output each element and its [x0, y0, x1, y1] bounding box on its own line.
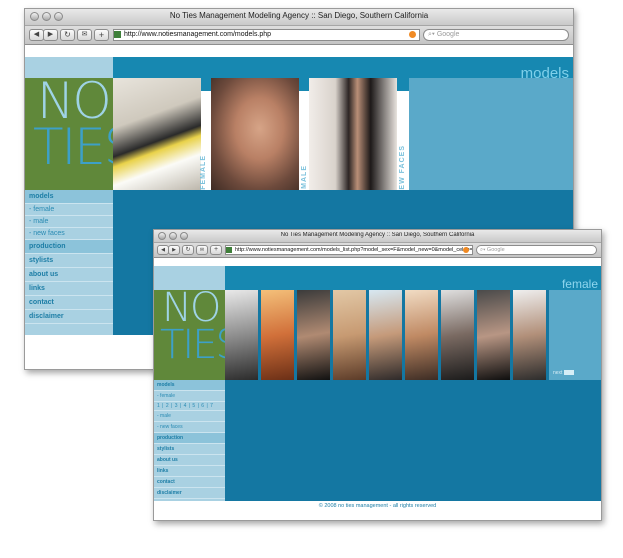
photo-female[interactable]: [113, 78, 201, 190]
nav-pager[interactable]: 1 | 2 | 3 | 4 | 5 | 6 | 7: [154, 402, 225, 411]
nav-stylists[interactable]: stylists: [25, 254, 113, 268]
nav-contact[interactable]: contact: [25, 296, 113, 310]
rss-icon[interactable]: [409, 31, 416, 38]
browser-window-female: No Ties Management Modeling Agency :: Sa…: [153, 229, 602, 521]
nav-stylists[interactable]: stylists: [154, 444, 225, 455]
page-content: female NO TIES next models - female 1 | …: [154, 258, 601, 520]
next-label: next: [553, 370, 563, 376]
sidebar-nav: models - female 1 | 2 | 3 | 4 | 5 | 6 | …: [154, 380, 225, 501]
nav-disclaimer[interactable]: disclaimer: [154, 488, 225, 499]
nav-male[interactable]: - male: [25, 216, 113, 228]
window-title: No Ties Management Modeling Agency :: Sa…: [169, 11, 429, 20]
footer-copyright: © 2008 no ties management - all rights r…: [318, 503, 437, 509]
header-left-block: [154, 266, 225, 290]
reload-button[interactable]: ↻: [182, 245, 194, 255]
model-thumbnail[interactable]: [261, 290, 294, 380]
nav-production[interactable]: production: [154, 433, 225, 444]
logo: NO TIES: [154, 290, 225, 380]
reload-button[interactable]: ↻: [60, 29, 75, 41]
rss-icon[interactable]: [463, 247, 469, 253]
address-bar[interactable]: http://www.notiesmanagement.com/models_l…: [225, 245, 473, 255]
page-heading: female: [561, 277, 598, 291]
nav-links[interactable]: links: [154, 466, 225, 477]
bookmark-icon[interactable]: ✉: [77, 29, 92, 41]
model-thumbnail[interactable]: [225, 290, 258, 380]
title-bar: No Ties Management Modeling Agency :: Sa…: [154, 230, 601, 243]
model-thumbnail[interactable]: [369, 290, 402, 380]
nav-about-us[interactable]: about us: [25, 268, 113, 282]
title-bar: No Ties Management Modeling Agency :: Sa…: [25, 9, 573, 26]
nav-female[interactable]: - female: [154, 391, 225, 402]
address-url: http://www.notiesmanagement.com/models_l…: [235, 247, 473, 253]
favicon-icon: [226, 246, 232, 253]
search-icon: ⌕▾: [480, 247, 486, 253]
header-band: [225, 266, 601, 290]
nav-links[interactable]: links: [25, 282, 113, 296]
photo-new-faces[interactable]: [309, 78, 397, 190]
nav-contact[interactable]: contact: [154, 477, 225, 488]
nav-male[interactable]: - male: [154, 411, 225, 422]
search-field[interactable]: ⌕▾ Google: [476, 245, 597, 255]
label-new-faces[interactable]: NEW FACES: [399, 145, 406, 196]
logo: NO TIES: [25, 78, 113, 190]
nav-new-faces[interactable]: - new faces: [25, 228, 113, 240]
footer: © 2008 no ties management - all rights r…: [154, 503, 601, 509]
model-thumbnail[interactable]: [333, 290, 366, 380]
model-thumbnail[interactable]: [405, 290, 438, 380]
logo-ties-text: TIES: [33, 118, 113, 176]
label-male[interactable]: MALE: [301, 165, 308, 189]
forward-button[interactable]: ▶: [168, 245, 180, 255]
label-female[interactable]: FEMALE: [200, 155, 207, 190]
nav-about-us[interactable]: about us: [154, 455, 225, 466]
logo-ties-text: TIES: [160, 322, 225, 368]
model-thumbnail[interactable]: [513, 290, 546, 380]
favicon-icon: [114, 30, 121, 38]
forward-button[interactable]: ▶: [43, 29, 58, 41]
nav-models[interactable]: models: [25, 190, 113, 204]
model-thumbnail[interactable]: [441, 290, 474, 380]
next-arrow-icon: [563, 370, 574, 376]
search-placeholder: Google: [486, 247, 505, 253]
search-icon: ⌕▾: [428, 31, 435, 38]
nav-production[interactable]: production: [25, 240, 113, 254]
search-placeholder: Google: [436, 31, 460, 38]
model-thumbnail[interactable]: [297, 290, 330, 380]
header-right-block: [409, 78, 573, 190]
nav-female[interactable]: - female: [25, 204, 113, 216]
nav-new-faces[interactable]: - new faces: [154, 422, 225, 433]
thumbnail-strip: [225, 290, 549, 380]
back-button[interactable]: ◀: [29, 29, 44, 41]
main-area: [225, 380, 601, 501]
address-url: http://www.notiesmanagement.com/models.p…: [124, 31, 272, 38]
search-field[interactable]: ⌕▾ Google: [423, 29, 569, 41]
add-tab-button[interactable]: +: [210, 245, 222, 255]
browser-toolbar: ◀ ▶ ↻ ✉ + http://www.notiesmanagement.co…: [154, 243, 601, 258]
top-white-band: [25, 45, 573, 57]
model-thumbnail[interactable]: [477, 290, 510, 380]
photo-male[interactable]: [211, 78, 299, 190]
add-tab-button[interactable]: +: [94, 29, 109, 41]
header-right-block: [549, 290, 601, 380]
nav-disclaimer[interactable]: disclaimer: [25, 310, 113, 324]
nav-models[interactable]: models: [154, 380, 225, 391]
bookmark-icon[interactable]: ✉: [196, 245, 208, 255]
browser-toolbar: ◀ ▶ ↻ ✉ + http://www.notiesmanagement.co…: [25, 26, 573, 45]
address-bar[interactable]: http://www.notiesmanagement.com/models.p…: [113, 29, 420, 41]
sidebar-nav: models - female - male - new faces produ…: [25, 190, 113, 335]
window-title: No Ties Management Modeling Agency :: Sa…: [280, 232, 475, 238]
next-link[interactable]: next: [553, 370, 574, 376]
